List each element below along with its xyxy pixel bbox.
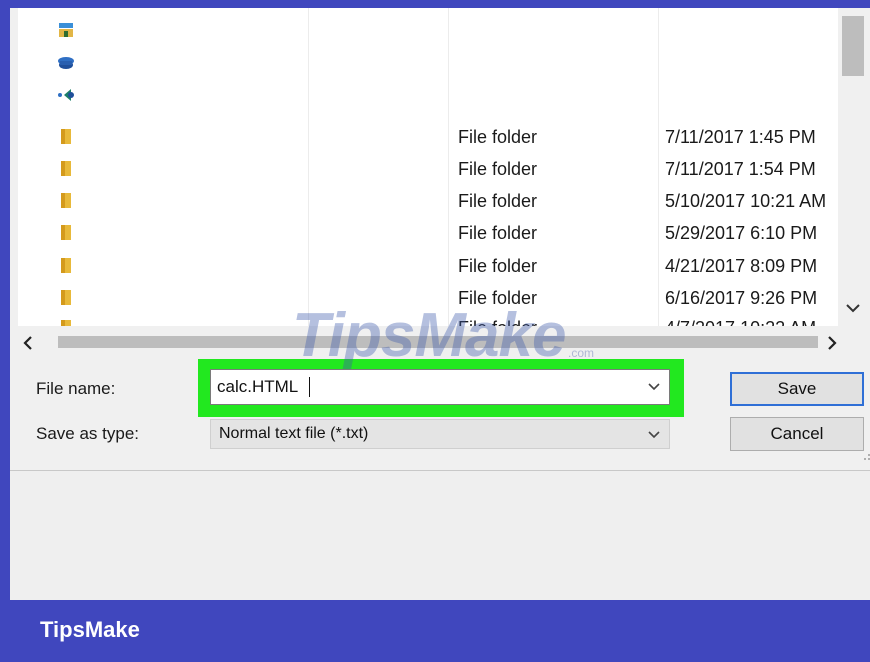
file-type: File folder [458,256,538,276]
folder-icon [61,225,71,240]
file-date: 6/16/2017 9:26 PM [665,288,818,308]
vertical-scroll-thumb[interactable] [842,16,864,76]
file-row[interactable]: File folder 5/10/2017 10:21 AM [18,186,840,216]
file-list: File folder 7/11/2017 1:45 PM File folde… [18,8,840,338]
chevron-left-icon[interactable] [20,334,38,352]
file-type: File folder [458,223,538,243]
folder-icon [61,290,71,305]
network-share-icon [58,89,74,101]
save-as-type-label: Save as type: [36,424,140,443]
file-row[interactable]: File folder 7/11/2017 1:54 PM [18,154,840,184]
resize-grip-icon[interactable] [858,450,870,464]
save-as-dialog: File folder 7/11/2017 1:45 PM File folde… [10,8,870,471]
file-row[interactable]: File folder 4/21/2017 8:09 PM [18,251,840,281]
file-date: 4/21/2017 8:09 PM [665,256,818,276]
save-as-type-select[interactable]: Normal text file (*.txt) [210,419,670,449]
file-row[interactable]: File folder 7/11/2017 1:45 PM [18,122,840,152]
file-type: File folder [458,191,538,211]
file-type: File folder [458,159,538,179]
cloud-drive-icon [58,57,74,69]
folder-icon [61,258,71,273]
file-name-combobox[interactable] [210,369,670,405]
save-button[interactable]: Save [730,372,864,406]
file-name-label: File name: [36,379,116,398]
home-group-icon [59,23,73,37]
file-name-input[interactable] [217,370,627,404]
folder-icon [61,129,71,144]
file-row[interactable] [18,16,840,46]
vertical-scrollbar[interactable] [838,8,866,338]
file-date: 7/11/2017 1:45 PM [665,127,816,147]
footer-brand: TipsMake [40,617,140,642]
screenshot-frame: File folder 7/11/2017 1:45 PM File folde… [10,8,870,600]
watermark-suffix: .com [568,346,595,360]
folder-icon [61,193,71,208]
file-type: File folder [458,127,538,147]
chevron-down-icon[interactable] [843,298,863,318]
chevron-right-icon[interactable] [822,334,840,352]
file-date: 5/10/2017 10:21 AM [665,191,827,211]
file-date: 5/29/2017 6:10 PM [665,223,818,243]
text-caret [309,377,310,397]
watermark-logo: TipsMake [292,301,566,370]
file-row[interactable]: File folder 5/29/2017 6:10 PM [18,218,840,248]
folder-icon [61,161,71,176]
file-row[interactable] [18,80,840,110]
file-row[interactable] [18,48,840,78]
chevron-down-icon[interactable] [647,430,661,440]
cancel-button[interactable]: Cancel [730,417,864,451]
file-date: 7/11/2017 1:54 PM [665,159,816,179]
save-as-type-value: Normal text file (*.txt) [219,425,369,442]
chevron-down-icon[interactable] [647,382,661,392]
